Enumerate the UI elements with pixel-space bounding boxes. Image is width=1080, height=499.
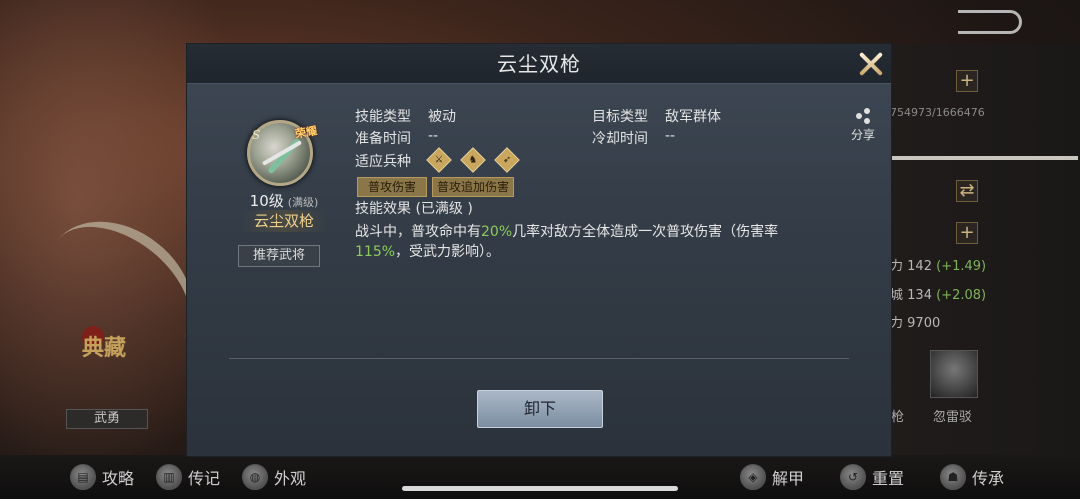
card-label: 忽雷驳: [933, 410, 973, 425]
trait-badge[interactable]: 武勇: [66, 409, 148, 429]
dialog-title: 云尘双枪: [497, 52, 581, 76]
share-icon: [854, 108, 872, 124]
nav-label: 传记: [188, 469, 221, 488]
nav-appearance[interactable]: ◍ 外观: [242, 463, 306, 491]
skill-level: 10级: [249, 192, 284, 210]
horse-troop-icon: ♞: [460, 147, 486, 173]
effect-text: 几率对敌方全体造成一次普攻伤害（伤害率: [512, 224, 779, 240]
helmet-icon: ◍: [242, 464, 268, 490]
nav-unarmor[interactable]: ◈ 解甲: [740, 463, 804, 491]
effect-description: 战斗中，普攻命中有20%几率对敌方全体造成一次普攻伤害（伤害率 115%，受武力影…: [355, 222, 830, 262]
stat-bonus: (+2.08): [936, 288, 987, 303]
divider: [892, 156, 1078, 160]
archer-troop-icon: ➶: [494, 147, 520, 173]
prep-time-label: 准备时间: [355, 131, 411, 147]
effect-text: 战斗中，普攻命中有: [355, 224, 481, 240]
level-note: (满级): [287, 196, 319, 209]
troop-type-label: 适应兵种: [355, 154, 411, 170]
unequip-button[interactable]: 卸下: [477, 390, 603, 428]
share-button[interactable]: 分享: [843, 108, 883, 143]
skill-detail-dialog: 云尘双枪 S 荣耀 10级 (满级) 云尘双枪 推荐武将 技能类型 被动 目标类型…: [187, 44, 891, 456]
troop-glyph: ♞: [468, 154, 478, 166]
exp-counter: 754973/1666476: [890, 106, 985, 119]
level-row: 10级 (满级): [239, 190, 329, 211]
stat-name: 城: [890, 288, 904, 303]
stat-value: 134: [907, 288, 932, 303]
effect-highlight: 115%: [355, 244, 396, 260]
effect-title: 技能效果 (已满级 ): [355, 201, 473, 217]
add-button[interactable]: +: [956, 70, 978, 92]
skill-name: 云尘双枪: [241, 210, 327, 232]
divider: [229, 358, 849, 359]
stat-row-1: 力 142 (+1.49): [890, 255, 986, 274]
inherit-icon: ☗: [940, 464, 966, 490]
stat-value: 142: [907, 259, 932, 274]
scroll-icon: ▥: [156, 464, 182, 490]
book-icon: ▤: [70, 464, 96, 490]
stat-row-3: 力 9700: [890, 312, 940, 331]
troop-glyph: ⚔: [434, 154, 444, 166]
skill-tag: 普攻伤害: [357, 177, 428, 197]
stat-bonus: (+1.49): [936, 259, 987, 274]
back-button[interactable]: [958, 10, 1022, 34]
add-point-button[interactable]: +: [956, 222, 978, 244]
recommend-general-button[interactable]: 推荐武将: [238, 245, 320, 267]
target-type-value: 敌军群体: [665, 109, 721, 125]
cooldown-label: 冷却时间: [592, 131, 648, 147]
armor-icon: ◈: [740, 464, 766, 490]
stat-name: 力: [890, 259, 904, 274]
nav-reset[interactable]: ↺ 重置: [840, 463, 904, 491]
prep-time-value: --: [428, 128, 439, 144]
home-indicator[interactable]: [402, 486, 678, 491]
nav-inherit[interactable]: ☗ 传承: [940, 463, 1004, 491]
emblem-text: 典藏: [82, 335, 127, 361]
grade-label: S: [252, 128, 261, 142]
stat-value: 9700: [907, 316, 941, 331]
stat-row-2: 城 134 (+2.08): [890, 284, 986, 303]
cooldown-value: --: [665, 128, 676, 144]
swap-button[interactable]: ⇄: [956, 180, 978, 202]
nav-guide[interactable]: ▤ 攻略: [70, 463, 134, 491]
effect-text: ，受武力影响）。: [395, 244, 501, 260]
nav-label: 解甲: [772, 469, 805, 488]
nav-label: 外观: [274, 469, 307, 488]
stat-name: 力: [890, 316, 904, 331]
effect-highlight: 20%: [481, 224, 513, 240]
nav-label: 重置: [872, 469, 905, 488]
glory-badge: 荣耀: [294, 124, 319, 141]
nav-label: 传承: [972, 469, 1005, 488]
troop-glyph: ➶: [502, 154, 512, 166]
reset-icon: ↺: [840, 464, 866, 490]
close-icon[interactable]: [857, 50, 885, 78]
skill-type-label: 技能类型: [355, 109, 411, 125]
nav-label: 攻略: [102, 469, 135, 488]
target-type-label: 目标类型: [592, 109, 648, 125]
skill-type-value: 被动: [428, 109, 456, 125]
share-label: 分享: [850, 128, 875, 142]
general-avatar[interactable]: [930, 350, 978, 398]
cavalry-troop-icon: ⚔: [426, 147, 452, 173]
skill-tag: 普攻追加伤害: [432, 177, 515, 197]
collection-emblem[interactable]: 典藏: [82, 326, 132, 366]
nav-biography[interactable]: ▥ 传记: [156, 463, 220, 491]
